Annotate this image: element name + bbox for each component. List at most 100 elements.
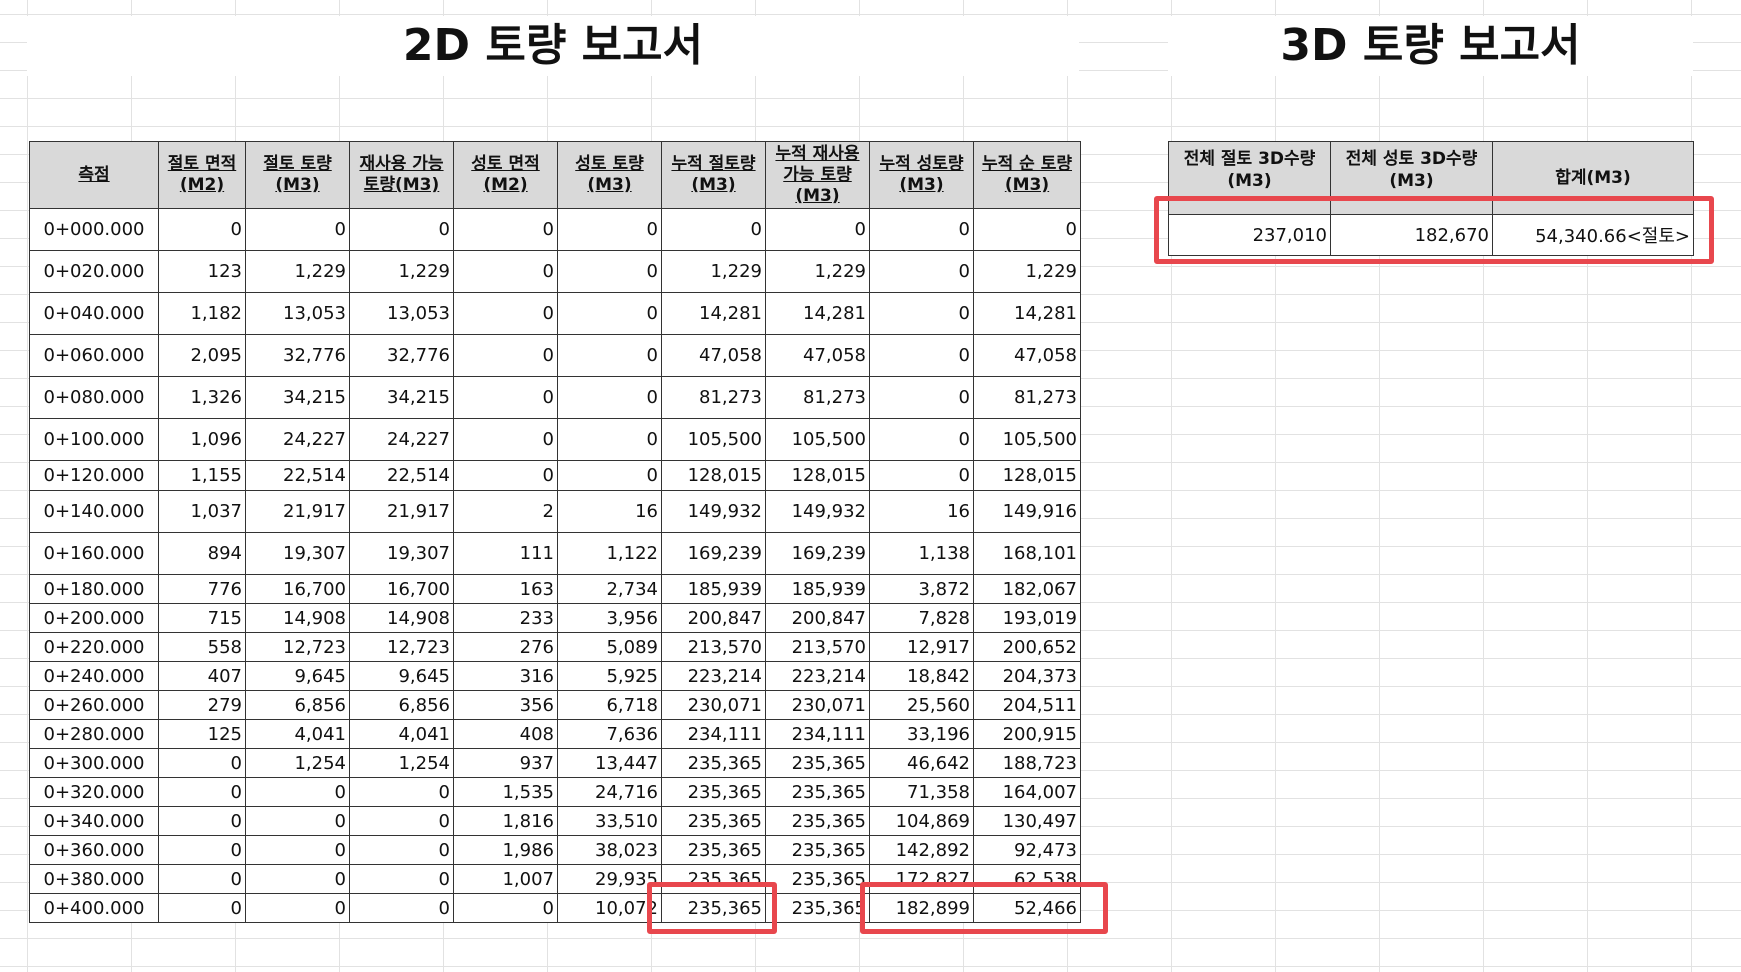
value-cell[interactable]: 2,095	[158, 334, 246, 377]
value-cell[interactable]: 1,096	[158, 418, 246, 461]
value-cell[interactable]: 235,365	[661, 806, 766, 836]
value-cell[interactable]: 0	[973, 208, 1081, 251]
station-cell[interactable]: 0+220.000	[29, 632, 159, 662]
value-cell[interactable]: 104,869	[869, 806, 974, 836]
value-cell[interactable]: 14,281	[973, 292, 1081, 335]
value-cell[interactable]: 407	[158, 661, 246, 691]
value-cell[interactable]: 18,842	[869, 661, 974, 691]
value-cell[interactable]: 235,365	[765, 806, 870, 836]
value-cell[interactable]: 2	[453, 490, 558, 533]
value-cell[interactable]: 9,645	[245, 661, 350, 691]
value-cell[interactable]: 316	[453, 661, 558, 691]
value-cell[interactable]: 149,932	[661, 490, 766, 533]
value-cell[interactable]: 558	[158, 632, 246, 662]
value-cell[interactable]: 235,365	[765, 777, 870, 807]
value-cell[interactable]: 1,326	[158, 376, 246, 419]
value-cell[interactable]: 0	[869, 250, 974, 293]
value-cell[interactable]: 1,229	[245, 250, 350, 293]
value-cell[interactable]: 0	[453, 376, 558, 419]
value-cell[interactable]: 235,365	[661, 777, 766, 807]
value-cell[interactable]: 32,776	[245, 334, 350, 377]
value-cell[interactable]: 223,214	[765, 661, 870, 691]
value-cell[interactable]: 1,122	[557, 532, 662, 575]
value-cell[interactable]: 92,473	[973, 835, 1081, 865]
value-cell[interactable]: 182,067	[973, 574, 1081, 604]
value-cell[interactable]: 19,307	[349, 532, 454, 575]
station-cell[interactable]: 0+000.000	[29, 208, 159, 251]
value-cell[interactable]: 0	[349, 864, 454, 894]
value-cell[interactable]: 0	[349, 777, 454, 807]
value-cell[interactable]: 5,089	[557, 632, 662, 662]
value-cell[interactable]: 230,071	[765, 690, 870, 720]
value-cell[interactable]: 105,500	[765, 418, 870, 461]
value-cell[interactable]: 776	[158, 574, 246, 604]
value-cell[interactable]: 3,956	[557, 603, 662, 633]
value-cell[interactable]: 1,535	[453, 777, 558, 807]
value-cell[interactable]: 38,023	[557, 835, 662, 865]
value-cell[interactable]: 0	[869, 208, 974, 251]
value-cell[interactable]: 128,015	[765, 460, 870, 491]
value-cell[interactable]: 33,196	[869, 719, 974, 749]
value-cell[interactable]: 47,058	[973, 334, 1081, 377]
value-cell[interactable]: 0	[453, 460, 558, 491]
value-cell[interactable]: 163	[453, 574, 558, 604]
station-cell[interactable]: 0+040.000	[29, 292, 159, 335]
value-cell[interactable]: 19,307	[245, 532, 350, 575]
value-cell[interactable]: 235,365	[661, 835, 766, 865]
value-cell[interactable]: 47,058	[661, 334, 766, 377]
value-cell[interactable]: 128,015	[661, 460, 766, 491]
value-cell[interactable]: 5,925	[557, 661, 662, 691]
value-cell[interactable]: 193,019	[973, 603, 1081, 633]
station-cell[interactable]: 0+300.000	[29, 748, 159, 778]
value-cell[interactable]: 233	[453, 603, 558, 633]
value-cell[interactable]: 13,053	[245, 292, 350, 335]
header-cell[interactable]: 누적 절토량 (M3)	[661, 141, 766, 209]
value-cell[interactable]: 4,041	[245, 719, 350, 749]
value-cell[interactable]: 6,856	[349, 690, 454, 720]
value-cell[interactable]: 14,908	[349, 603, 454, 633]
value-cell[interactable]: 16	[869, 490, 974, 533]
header-cell[interactable]: 누적 재사용 가능 토량 (M3)	[765, 141, 870, 209]
value-cell[interactable]: 235,365	[765, 835, 870, 865]
value-cell[interactable]: 0	[158, 835, 246, 865]
value-cell[interactable]: 0	[245, 777, 350, 807]
value-cell[interactable]: 2,734	[557, 574, 662, 604]
header-cell[interactable]: 누적 순 토량 (M3)	[973, 141, 1081, 209]
value-cell[interactable]: 105,500	[973, 418, 1081, 461]
value-cell[interactable]: 213,570	[661, 632, 766, 662]
value-cell[interactable]: 29,935	[557, 864, 662, 894]
value-cell[interactable]: 130,497	[973, 806, 1081, 836]
value-cell[interactable]: 1,229	[973, 250, 1081, 293]
value-cell[interactable]: 185,939	[661, 574, 766, 604]
value-cell[interactable]: 14,281	[661, 292, 766, 335]
value-cell[interactable]: 81,273	[973, 376, 1081, 419]
value-cell[interactable]: 22,514	[245, 460, 350, 491]
value-cell[interactable]: 24,227	[349, 418, 454, 461]
header-cell[interactable]: 성토 토량 (M3)	[557, 141, 662, 209]
value-cell[interactable]: 14,908	[245, 603, 350, 633]
value-cell[interactable]: 0	[349, 208, 454, 251]
value-cell[interactable]: 6,856	[245, 690, 350, 720]
value-cell[interactable]: 12,723	[245, 632, 350, 662]
value-cell[interactable]: 0	[349, 806, 454, 836]
value-cell[interactable]: 0	[453, 208, 558, 251]
value-cell[interactable]: 21,917	[245, 490, 350, 533]
value-cell[interactable]: 21,917	[349, 490, 454, 533]
station-cell[interactable]: 0+080.000	[29, 376, 159, 419]
station-cell[interactable]: 0+400.000	[29, 893, 159, 923]
station-cell[interactable]: 0+020.000	[29, 250, 159, 293]
value-cell[interactable]: 13,053	[349, 292, 454, 335]
value-cell[interactable]: 169,239	[661, 532, 766, 575]
value-cell[interactable]: 33,510	[557, 806, 662, 836]
value-cell[interactable]: 1,254	[245, 748, 350, 778]
value-cell[interactable]: 0	[453, 334, 558, 377]
value-cell[interactable]: 0	[765, 208, 870, 251]
value-cell[interactable]: 188,723	[973, 748, 1081, 778]
value-cell[interactable]: 279	[158, 690, 246, 720]
value-cell[interactable]: 235,365	[661, 748, 766, 778]
value-cell[interactable]: 1,229	[661, 250, 766, 293]
value-cell[interactable]: 715	[158, 603, 246, 633]
value-cell[interactable]: 0	[245, 893, 350, 923]
station-cell[interactable]: 0+060.000	[29, 334, 159, 377]
value-cell[interactable]: 0	[557, 376, 662, 419]
